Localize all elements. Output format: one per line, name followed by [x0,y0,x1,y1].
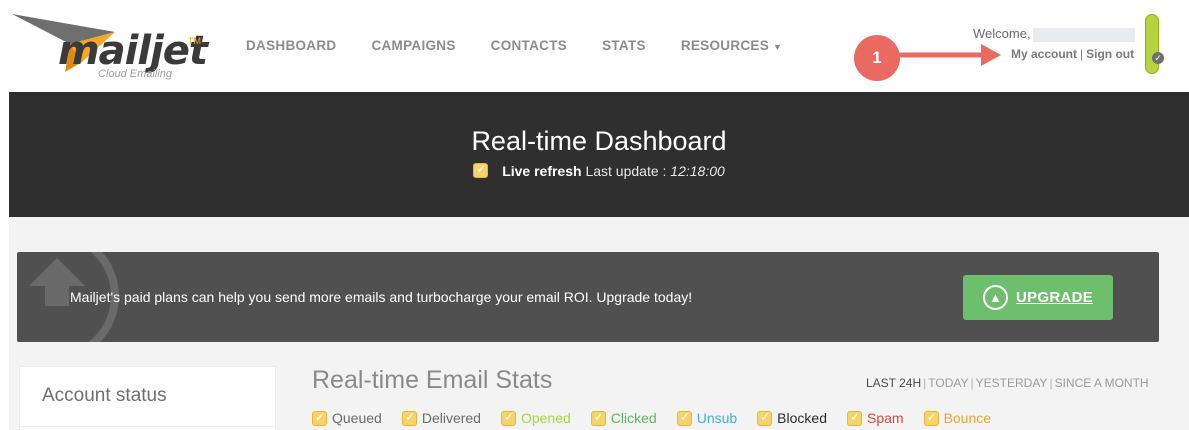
up-arrow-icon [29,258,85,306]
nav-contacts[interactable]: CONTACTS [491,38,567,53]
range-separator: | [923,376,927,390]
stats-title: Real-time Email Stats [312,366,553,394]
checkbox-icon [923,410,939,426]
caret-down-icon: ▼ [773,42,783,52]
filter-label: Clicked [610,410,657,426]
annotation-arrow-icon [897,44,1001,66]
check-circle-icon: ✓ [1152,52,1164,64]
nav-dashboard[interactable]: DASHBOARD [246,38,336,53]
checkbox-icon [846,410,862,426]
checkbox-icon [590,410,606,426]
card-divider [20,426,275,427]
account-separator: | [1080,47,1084,61]
page-title: Real-time Dashboard [471,126,727,156]
account-status-card[interactable]: Account status [19,366,276,430]
filter-label: Blocked [777,410,827,426]
annotation-badge: 1 [854,35,900,81]
range-separator: | [970,376,974,390]
stats-filters: Queued Delivered Opened Clicked Unsub Bl… [312,410,1011,426]
live-refresh-checkbox[interactable] [473,162,489,178]
mailjet-logo[interactable]: mailjet TM Cloud Emailing [10,10,208,82]
redacted-username [1032,27,1135,42]
filter-bounce[interactable]: Bounce [923,410,992,426]
checkbox-icon [500,410,516,426]
filter-label: Unsub [696,410,738,426]
checkbox-icon [676,410,692,426]
filter-clicked[interactable]: Clicked [590,410,657,426]
range-today[interactable]: TODAY [928,376,968,390]
main-nav: DASHBOARD CAMPAIGNS CONTACTS STATS RESOU… [246,38,817,53]
filter-label: Delivered [421,410,481,426]
logo-trademark: TM [188,36,201,46]
checkbox-icon [401,410,417,426]
checkbox-icon [312,410,327,426]
my-account-link[interactable]: My account [1011,47,1077,61]
filter-label: Spam [866,410,904,426]
sign-out-link[interactable]: Sign out [1086,47,1134,61]
account-status-title: Account status [42,385,167,406]
account-status-gauge[interactable] [1145,14,1159,74]
filter-label: Bounce [943,410,992,426]
last-update-time: 12:18:00 [670,163,725,179]
filter-blocked[interactable]: Blocked [757,410,827,426]
filter-unsub[interactable]: Unsub [676,410,738,426]
upgrade-button[interactable]: ▲ UPGRADE [963,275,1113,320]
page: mailjet TM Cloud Emailing DASHBOARD CAMP… [0,0,1189,430]
filter-delivered[interactable]: Delivered [401,410,481,426]
nav-resources[interactable]: RESOURCES ▼ [681,38,782,53]
live-refresh-row: Live refresh Last update : 12:18:00 [9,162,1189,179]
nav-stats[interactable]: STATS [602,38,646,53]
filter-label: Queued [332,410,382,426]
nav-resources-label: RESOURCES [680,38,770,53]
dashboard-hero: Real-time Dashboard Live refresh Last up… [9,92,1189,217]
checkbox-icon [757,410,773,426]
upgrade-arrow-icon: ▲ [982,285,1008,310]
range-since-a-month[interactable]: SINCE A MONTH [1055,376,1149,390]
range-yesterday[interactable]: YESTERDAY [976,376,1048,390]
time-range-selector: LAST 24H | TODAY | YESTERDAY | SINCE A MONTH [866,376,1149,390]
upgrade-banner: Mailjet's paid plans can help you send m… [17,252,1159,342]
upgrade-button-label: UPGRADE [1015,289,1094,306]
welcome-text: Welcome, [973,26,1135,42]
live-refresh-label: Live refresh [502,163,582,179]
welcome-label: Welcome, [973,26,1031,41]
nav-campaigns[interactable]: CAMPAIGNS [371,38,455,53]
top-header: mailjet TM Cloud Emailing DASHBOARD CAMP… [0,0,1189,92]
range-separator: | [1049,376,1053,390]
range-last-24h[interactable]: LAST 24H [866,376,921,390]
filter-queued[interactable]: Queued [312,410,382,426]
account-links: My account | Sign out [1011,47,1134,61]
filter-spam[interactable]: Spam [846,410,904,426]
logo-tagline: Cloud Emailing [98,68,172,80]
filter-opened[interactable]: Opened [500,410,571,426]
last-update-label: Last update : [585,163,667,179]
upgrade-message: Mailjet's paid plans can help you send m… [70,289,693,305]
filter-label: Opened [520,410,571,426]
